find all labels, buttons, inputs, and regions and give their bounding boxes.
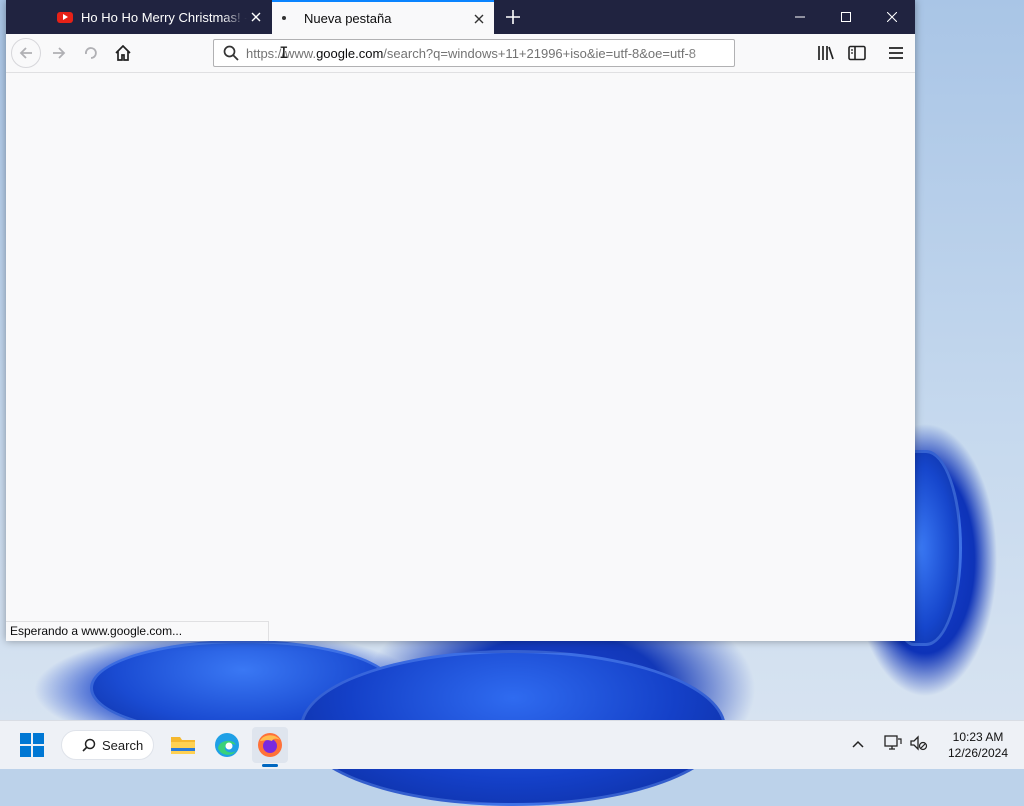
firefox-button[interactable] xyxy=(252,727,288,763)
clock-time: 10:23 AM xyxy=(952,730,1004,744)
reload-button[interactable] xyxy=(76,38,106,68)
url-path: /search?q=windows+11+21996+iso&ie=utf-8&… xyxy=(383,45,697,61)
tab-title: Nueva pestaña xyxy=(304,10,392,26)
hamburger-menu-icon xyxy=(889,47,903,59)
browser-window: Ho Ho Ho Merry Christmas! - YouTube Nuev… xyxy=(6,0,915,641)
taskbar-search-box[interactable]: Search xyxy=(61,730,154,760)
back-button[interactable] xyxy=(11,38,41,68)
close-icon xyxy=(887,12,897,22)
edge-button[interactable] xyxy=(209,727,245,763)
file-explorer-button[interactable] xyxy=(165,727,201,763)
close-icon xyxy=(251,12,261,22)
forward-button[interactable] xyxy=(44,38,74,68)
back-arrow-icon xyxy=(19,47,32,59)
minimize-button[interactable] xyxy=(777,0,823,34)
home-icon xyxy=(115,45,131,61)
start-icon xyxy=(20,733,44,757)
search-icon xyxy=(82,738,96,752)
minimize-icon xyxy=(795,16,805,18)
file-explorer-icon xyxy=(171,737,195,754)
close-tab-button[interactable] xyxy=(247,8,265,26)
system-clock[interactable]: 10:23 AM 12/26/2024 xyxy=(936,729,1020,761)
active-app-indicator xyxy=(262,764,278,767)
address-bar[interactable]: https://www.google.com/search?q=windows+… xyxy=(213,39,735,67)
reload-icon xyxy=(85,47,97,59)
close-window-button[interactable] xyxy=(869,0,915,34)
new-tab-button[interactable] xyxy=(500,4,526,30)
close-icon xyxy=(474,14,484,24)
clock-date: 12/26/2024 xyxy=(947,746,1009,760)
url-host: google.com xyxy=(316,45,384,61)
tab-strip: Ho Ho Ho Merry Christmas! - YouTube Nuev… xyxy=(6,0,915,34)
plus-icon xyxy=(506,10,520,24)
tab-title: Ho Ho Ho Merry Christmas! - YouTube xyxy=(81,9,247,25)
volume-button[interactable] xyxy=(910,735,928,756)
chevron-up-icon xyxy=(852,740,864,748)
menu-button[interactable] xyxy=(881,38,911,68)
sidebar-button[interactable] xyxy=(842,38,872,68)
edge-icon xyxy=(215,733,239,757)
loading-dot-icon xyxy=(282,16,286,20)
taskbar: Search 10:23 AM 12/26/2024 xyxy=(0,720,1024,769)
maximize-icon xyxy=(841,12,851,22)
page-content[interactable]: Esperando a www.google.com... xyxy=(6,73,915,641)
sidebar-icon xyxy=(848,45,866,61)
home-button[interactable] xyxy=(108,38,138,68)
show-hidden-icons-button[interactable] xyxy=(852,735,864,751)
youtube-icon xyxy=(57,11,73,23)
volume-muted-icon xyxy=(910,735,928,751)
library-button[interactable] xyxy=(811,38,841,68)
navigation-toolbar: https://www.google.com/search?q=windows+… xyxy=(6,34,915,73)
tab-new-tab[interactable]: Nueva pestaña xyxy=(272,0,494,34)
text-cursor-icon: I xyxy=(279,43,289,62)
close-tab-button[interactable] xyxy=(470,10,488,28)
start-button[interactable] xyxy=(14,727,50,763)
search-label: Search xyxy=(102,737,144,753)
status-bar: Esperando a www.google.com... xyxy=(6,621,269,641)
maximize-button[interactable] xyxy=(823,0,869,34)
network-button[interactable] xyxy=(884,735,902,756)
library-icon xyxy=(818,46,834,60)
network-icon xyxy=(884,735,902,750)
forward-arrow-icon xyxy=(53,47,66,59)
search-icon xyxy=(216,45,246,61)
firefox-icon xyxy=(258,733,282,757)
tab-youtube[interactable]: Ho Ho Ho Merry Christmas! - YouTube xyxy=(45,0,271,34)
url-text[interactable]: https://www.google.com/search?q=windows+… xyxy=(246,46,726,61)
